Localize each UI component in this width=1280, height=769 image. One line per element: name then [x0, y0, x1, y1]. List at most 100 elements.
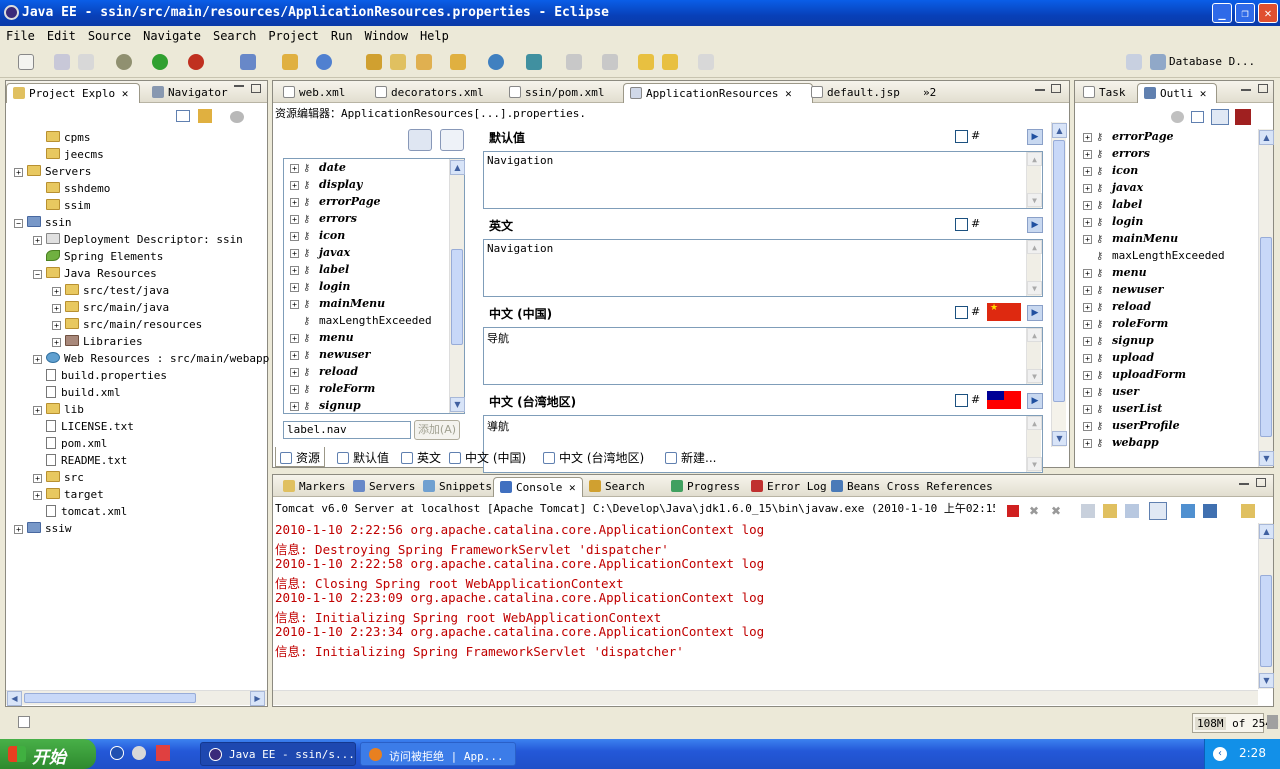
tab-project-explorer[interactable]: Project Explo ✕ [6, 83, 140, 103]
key-item[interactable]: + ⚷ login [290, 280, 350, 297]
go-arrow-icon[interactable]: ▶ [1027, 393, 1043, 409]
perspective-label[interactable]: Database D... [1169, 55, 1255, 68]
tab-beans-cross-references[interactable]: Beans Cross References [825, 477, 999, 497]
outline-item[interactable]: + ⚷ mainMenu [1083, 232, 1178, 249]
tab-application-resources[interactable]: ApplicationResources ✕ [623, 83, 813, 103]
tree-item[interactable]: + Deployment Descriptor: ssin [33, 233, 243, 250]
key-item[interactable]: + ⚷ menu [290, 331, 354, 348]
expand-icon[interactable]: + [52, 287, 61, 296]
key-item[interactable]: + ⚷ mainMenu [290, 297, 385, 314]
menu-help[interactable]: Help [414, 26, 455, 43]
key-item[interactable]: + ⚷ newuser [290, 348, 370, 365]
key-item[interactable]: + ⚷ errorPage [290, 195, 381, 212]
tree-item[interactable]: tomcat.xml [33, 505, 127, 522]
expand-icon[interactable]: + [1083, 133, 1092, 142]
scroll-up-icon[interactable]: ▲ [1052, 123, 1067, 138]
tree-item[interactable]: LICENSE.txt [33, 420, 134, 437]
outline-item[interactable]: + ⚷ uploadForm [1083, 368, 1186, 385]
server-icon[interactable] [240, 54, 256, 70]
collapse-icon[interactable]: − [14, 219, 23, 228]
console-vertical-scrollbar[interactable]: ▲ ▼ [1258, 523, 1274, 689]
tab-overflow[interactable]: »2 [917, 83, 942, 103]
outline-item[interactable]: + ⚷ javax [1083, 181, 1143, 198]
outline-item[interactable]: + ⚷ label [1083, 198, 1142, 215]
tray-expand-icon[interactable]: ‹ [1213, 747, 1227, 761]
next-annotation-icon[interactable] [602, 54, 618, 70]
expand-icon[interactable]: + [1083, 354, 1092, 363]
scroll-up-icon[interactable]: ▲ [1027, 328, 1042, 342]
taskbar-item-firefox[interactable]: 访问被拒绝 | App... [360, 742, 516, 766]
tree-item[interactable]: jeecms [33, 148, 104, 165]
scroll-left-icon[interactable]: ◀ [7, 691, 22, 706]
resource-page-tab[interactable]: 资源 [275, 447, 326, 467]
tree-item[interactable]: + ssiw [14, 522, 72, 539]
outline-item[interactable]: + ⚷ webapp [1083, 436, 1159, 453]
wand-icon[interactable] [416, 54, 432, 70]
open-folder-icon[interactable] [390, 54, 406, 70]
expand-icon[interactable]: + [1083, 218, 1092, 227]
open-type-icon[interactable] [366, 54, 382, 70]
expand-icon[interactable]: + [33, 406, 42, 415]
expand-icon[interactable]: + [52, 321, 61, 330]
expand-icon[interactable]: + [290, 198, 299, 207]
tab-search[interactable]: Search [583, 477, 651, 497]
key-item[interactable]: ⚷ maxLengthExceeded [290, 314, 432, 331]
open-console-icon[interactable] [1241, 504, 1255, 518]
scroll-down-icon[interactable]: ▼ [1259, 451, 1274, 466]
tree-item[interactable]: cpms [33, 131, 91, 148]
tree-item[interactable]: + Web Resources : src/main/webapp [33, 352, 269, 369]
collapse-icon[interactable]: − [33, 270, 42, 279]
tab-task[interactable]: Task [1077, 83, 1132, 103]
tree-item[interactable]: + src/main/java [52, 301, 169, 318]
expand-icon[interactable]: + [33, 236, 42, 245]
close-button[interactable]: ✕ [1258, 3, 1278, 23]
outline-item[interactable]: + ⚷ newuser [1083, 283, 1163, 300]
menu-project[interactable]: Project [262, 26, 325, 43]
key-item[interactable]: + ⚷ roleForm [290, 382, 375, 399]
expand-icon[interactable]: + [1083, 439, 1092, 448]
tree-item[interactable]: + target [33, 488, 104, 505]
tree-item[interactable]: − ssin [14, 216, 72, 233]
maximize-editor-icon[interactable] [1051, 84, 1061, 93]
maximize-button[interactable]: ❐ [1235, 3, 1255, 23]
tree-item[interactable]: sshdemo [33, 182, 110, 199]
remove-launch-icon[interactable]: ✖ [1029, 505, 1041, 517]
key-item[interactable]: + ⚷ display [290, 178, 362, 195]
menu-navigate[interactable]: Navigate [137, 26, 207, 43]
scroll-lock-icon[interactable] [1103, 504, 1117, 518]
tree-item[interactable]: + lib [33, 403, 84, 420]
menu-edit[interactable]: Edit [41, 26, 82, 43]
expand-icon[interactable]: + [52, 338, 61, 347]
editor-vertical-scrollbar[interactable]: ▲ ▼ [1051, 122, 1067, 447]
tab-markers[interactable]: Markers [277, 477, 351, 497]
flat-icon[interactable] [1191, 111, 1204, 123]
tab-pom-xml[interactable]: ssin/pom.xml [503, 83, 610, 103]
expand-icon[interactable]: + [290, 385, 299, 394]
expand-icon[interactable]: + [52, 304, 61, 313]
console-output[interactable]: 2010-1-10 2:22:56 org.apache.catalina.co… [275, 522, 1255, 682]
tab-error-log[interactable]: Error Log [745, 477, 833, 497]
expand-icon[interactable]: + [1083, 150, 1092, 159]
quicklaunch-icon[interactable] [132, 746, 146, 760]
expand-icon[interactable]: + [290, 164, 299, 173]
clear-console-icon[interactable] [1081, 504, 1095, 518]
hierarchy-icon[interactable] [1211, 109, 1229, 125]
tab-progress[interactable]: Progress [665, 477, 746, 497]
go-arrow-icon[interactable]: ▶ [1027, 129, 1043, 145]
pin-console-icon[interactable] [1181, 504, 1195, 518]
expand-icon[interactable]: + [1083, 405, 1092, 414]
menu-window[interactable]: Window [359, 26, 414, 43]
scroll-down-icon[interactable]: ▼ [1052, 431, 1067, 446]
scroll-thumb[interactable] [1053, 140, 1065, 402]
key-item[interactable]: + ⚷ errors [290, 212, 357, 229]
scroll-up-icon[interactable]: ▲ [1027, 416, 1042, 430]
tree-item[interactable]: build.properties [33, 369, 167, 386]
tree-view-button[interactable] [440, 129, 464, 151]
outline-item[interactable]: + ⚷ signup [1083, 334, 1154, 351]
expand-icon[interactable]: + [290, 351, 299, 360]
outline-item[interactable]: + ⚷ login [1083, 215, 1143, 232]
expand-icon[interactable]: + [290, 334, 299, 343]
tree-item[interactable]: + src/main/resources [52, 318, 202, 335]
key-item[interactable]: + ⚷ reload [290, 365, 358, 382]
new-project-icon[interactable] [282, 54, 298, 70]
